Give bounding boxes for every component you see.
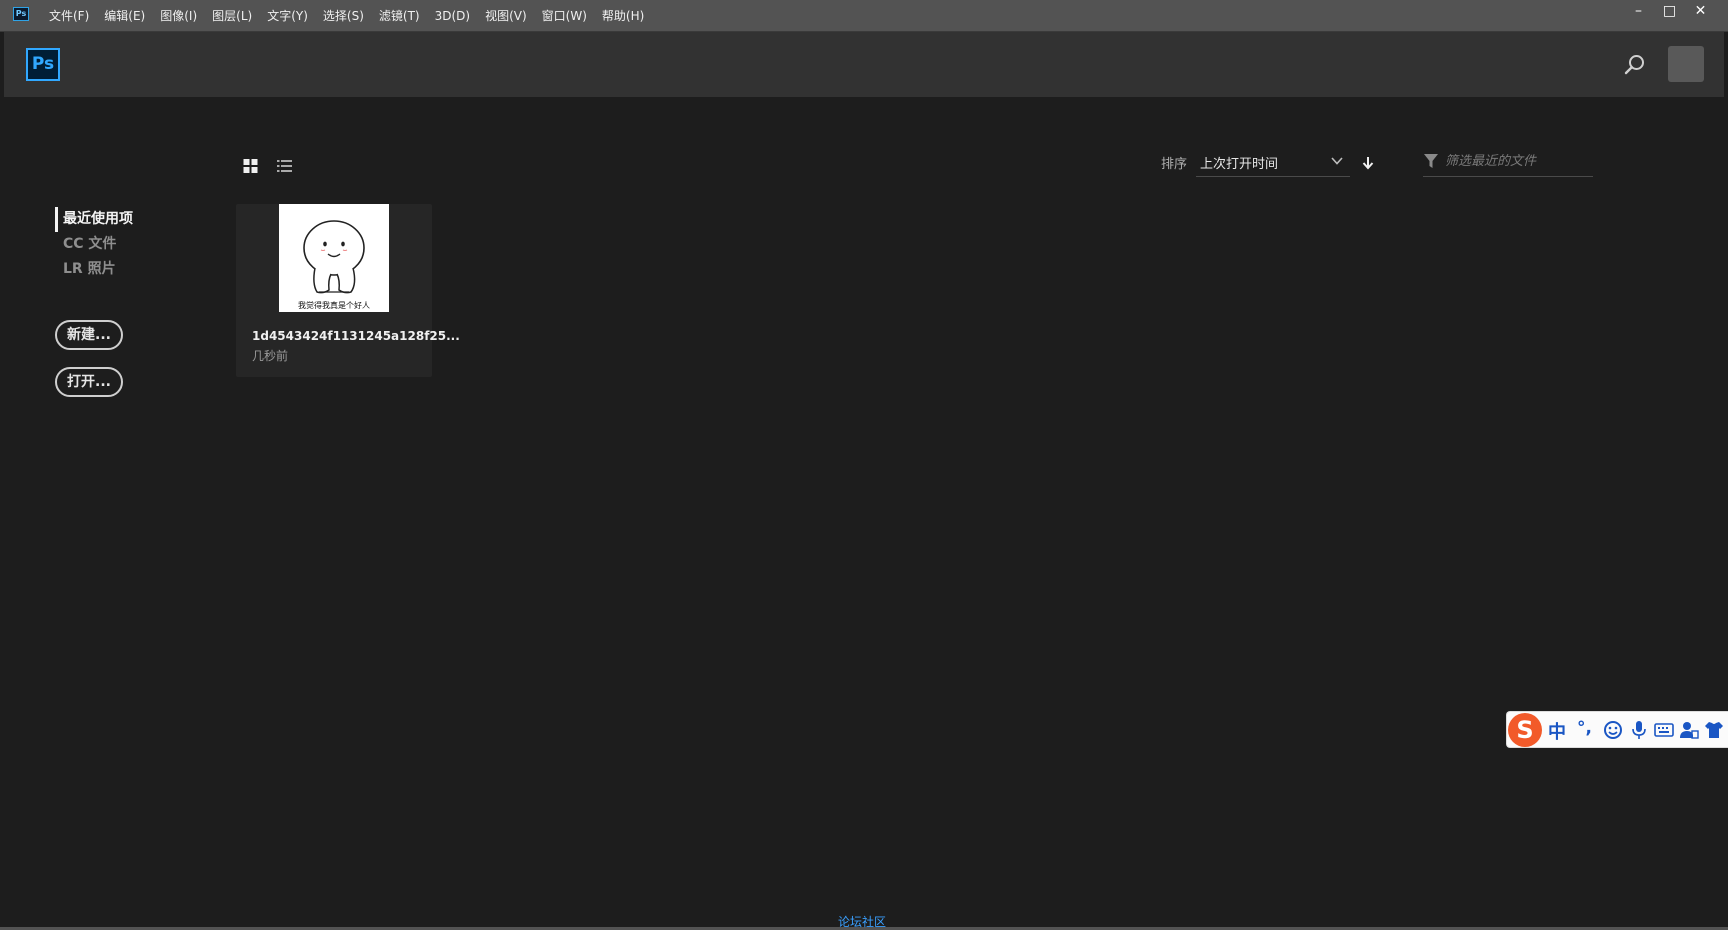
home-screen: 最近使用项 CC 文件 LR 照片 新建... 打开... 排序 上次打开时间 [4,97,1724,929]
list-view-icon [277,160,292,172]
file-time: 几秒前 [252,349,289,363]
ps-logo[interactable]: Ps [26,48,60,81]
menu: 文件(F) 编辑(E) 图像(I) 图层(L) 文字(Y) 选择(S) 滤镜(T… [49,0,659,31]
new-button[interactable]: 新建... [55,320,123,350]
maximize-icon: □ [1662,3,1677,19]
forum-link[interactable]: 论坛社区 [838,913,886,930]
sidebar-item-recent[interactable]: 最近使用项 [55,207,133,232]
sidebar-item-lr-photos[interactable]: LR 照片 [55,257,133,282]
menu-view[interactable]: 视图(V) [485,7,527,24]
sort-value: 上次打开时间 [1200,157,1279,172]
menu-layer[interactable]: 图层(L) [212,7,252,24]
ime-mode[interactable]: 中 [1548,718,1566,744]
thumbnail-image [303,220,365,294]
search-icon [1624,55,1644,75]
chevron-down-icon [1331,157,1343,165]
menu-help[interactable]: 帮助(H) [602,7,644,24]
ime-logo[interactable]: S [1508,713,1542,747]
sort-direction-button[interactable] [1361,155,1375,171]
file-name: 1d4543424f1131245a128f25... [252,329,460,343]
close-icon: ✕ [1694,3,1707,19]
home-header: Ps [4,32,1724,97]
maximize-button[interactable]: □ [1654,0,1685,22]
minimize-icon: – [1635,3,1642,19]
sort-label: 排序 [1161,157,1188,172]
minimize-button[interactable]: – [1623,0,1654,22]
sort-select[interactable]: 上次打开时间 [1196,145,1350,177]
close-button[interactable]: ✕ [1685,0,1716,22]
app-window: Ps 文件(F) 编辑(E) 图像(I) 图层(L) 文字(Y) 选择(S) 滤… [0,0,1728,929]
grid-view-button[interactable] [242,157,260,175]
emoji-icon[interactable] [1603,720,1623,740]
menu-type[interactable]: 文字(Y) [267,7,308,24]
app-icon: Ps [13,7,29,21]
grid-view-icon [243,159,258,173]
filter-input[interactable] [1445,151,1590,171]
open-button[interactable]: 打开... [55,367,123,397]
microphone-icon[interactable] [1629,720,1649,740]
menu-3d[interactable]: 3D(D) [435,9,470,23]
ime-toolbar: S 中 °, [1506,711,1728,748]
ime-punctuation[interactable]: °, [1577,718,1592,738]
menu-filter[interactable]: 滤镜(T) [379,7,420,24]
menu-edit[interactable]: 编辑(E) [104,7,145,24]
list-view-button[interactable] [276,157,294,175]
menu-image[interactable]: 图像(I) [160,7,197,24]
sidebar-item-cc-files[interactable]: CC 文件 [55,232,133,257]
file-thumbnail: 我觉得我真是个好人 [279,204,389,312]
menu-select[interactable]: 选择(S) [323,7,364,24]
filter-icon [1424,154,1438,168]
sidebar-nav: 最近使用项 CC 文件 LR 照片 [55,207,133,282]
thumbnail-caption: 我觉得我真是个好人 [298,301,370,310]
menu-file[interactable]: 文件(F) [49,7,89,24]
skin-shirt-icon[interactable] [1704,720,1724,740]
menu-window[interactable]: 窗口(W) [542,7,587,24]
filter-box [1423,145,1593,177]
recent-file-card[interactable]: 我觉得我真是个好人 1d4543424f1131245a128f25... 几秒… [236,204,460,377]
arrow-down-icon [1362,157,1374,170]
search-button[interactable] [1622,52,1648,78]
user-avatar[interactable] [1668,46,1704,82]
window-controls: – □ ✕ [1623,0,1716,22]
menu-bar: Ps 文件(F) 编辑(E) 图像(I) 图层(L) 文字(Y) 选择(S) 滤… [0,0,1728,32]
user-settings-icon[interactable] [1679,720,1699,740]
keyboard-icon[interactable] [1654,720,1674,740]
